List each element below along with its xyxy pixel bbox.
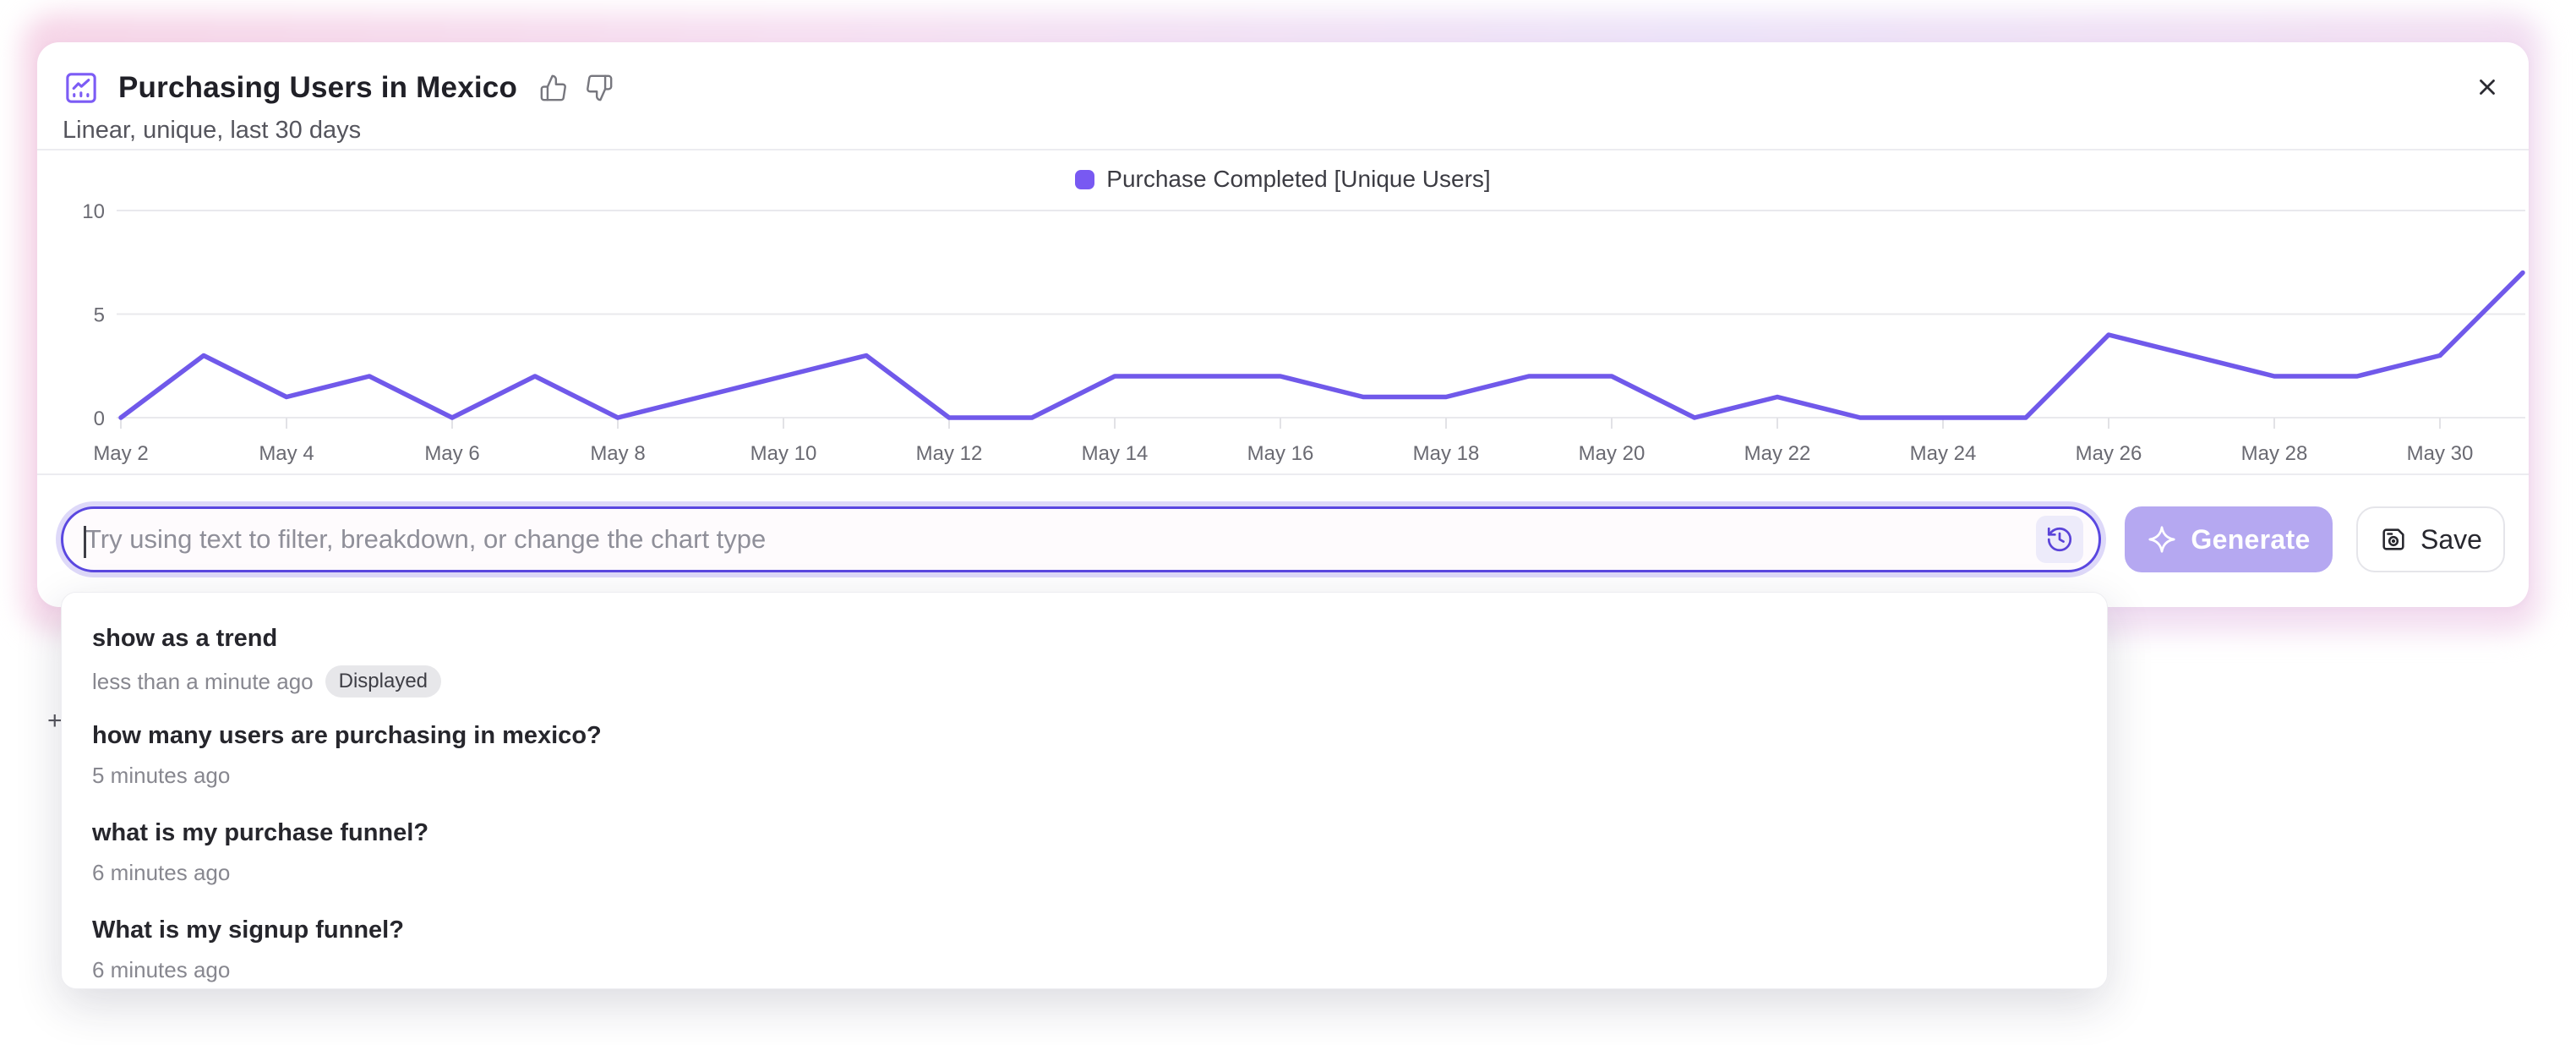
x-axis-label: May 10 — [750, 442, 817, 465]
save-icon — [2379, 525, 2408, 554]
history-item-meta: 5 minutes ago — [92, 763, 2077, 789]
generate-button[interactable]: Generate — [2125, 506, 2333, 572]
app-root: Purchasing Users in Mexico — [0, 0, 2576, 1045]
x-axis-label: May 18 — [1413, 442, 1480, 465]
y-axis-label: 0 — [94, 408, 105, 430]
thumbs-down-button[interactable] — [585, 74, 614, 102]
x-axis-label: May 26 — [2076, 442, 2142, 465]
x-axis-label: May 24 — [1910, 442, 1977, 465]
history-item-title: how many users are purchasing in mexico? — [92, 722, 2077, 750]
chart-legend[interactable]: Purchase Completed [Unique Users] — [37, 166, 2529, 193]
history-item-meta: 6 minutes ago — [92, 860, 2077, 886]
x-axis-label: May 12 — [916, 442, 983, 465]
thumbs-up-button[interactable] — [539, 74, 568, 102]
series-line — [121, 273, 2523, 419]
history-item-meta: 6 minutes ago — [92, 957, 2077, 983]
y-axis-label: 5 — [94, 304, 105, 327]
history-item-time: 6 minutes ago — [92, 957, 230, 983]
x-axis-label: May 4 — [259, 442, 314, 465]
card-subtitle: Linear, unique, last 30 days — [63, 117, 361, 145]
history-item-time: 6 minutes ago — [92, 860, 230, 886]
card-header: Purchasing Users in Mexico — [63, 66, 2503, 110]
displayed-badge: Displayed — [325, 665, 441, 698]
x-axis-label: May 8 — [590, 442, 645, 465]
save-label: Save — [2420, 524, 2482, 555]
history-icon — [2045, 525, 2074, 554]
thumbs-down-icon — [585, 74, 614, 102]
sparkle-icon — [2147, 524, 2177, 555]
x-axis-label: May 6 — [424, 442, 479, 465]
chart-divider — [37, 473, 2529, 475]
x-axis-label: May 14 — [1082, 442, 1149, 465]
card-title: Purchasing Users in Mexico — [118, 71, 517, 105]
x-axis-label: May 16 — [1247, 442, 1314, 465]
history-item[interactable]: what is my purchase funnel? 6 minutes ag… — [92, 812, 2077, 910]
line-chart-icon — [63, 69, 100, 107]
x-axis-label: May 20 — [1579, 442, 1645, 465]
x-axis-label: May 30 — [2407, 442, 2474, 465]
header-divider — [37, 149, 2529, 150]
history-item-title: what is my purchase funnel? — [92, 819, 2077, 847]
legend-swatch — [1075, 170, 1094, 189]
background-add-button[interactable]: + — [47, 707, 63, 736]
history-item-time: 5 minutes ago — [92, 763, 230, 789]
prompt-input-box[interactable] — [61, 506, 2101, 572]
save-button[interactable]: Save — [2356, 506, 2505, 572]
close-button[interactable] — [2471, 71, 2503, 106]
history-button[interactable] — [2036, 516, 2083, 563]
history-dropdown: show as a trend less than a minute ago D… — [61, 592, 2108, 989]
history-item-title: show as a trend — [92, 625, 2077, 653]
insights-card: Purchasing Users in Mexico — [37, 42, 2529, 607]
prompt-input[interactable] — [85, 524, 2036, 555]
feedback-buttons — [539, 74, 614, 102]
history-item-title: What is my signup funnel? — [92, 916, 2077, 944]
history-item[interactable]: how many users are purchasing in mexico?… — [92, 715, 2077, 812]
history-item[interactable]: show as a trend less than a minute ago D… — [92, 618, 2077, 715]
close-icon — [2475, 74, 2500, 100]
history-item-time: less than a minute ago — [92, 669, 314, 695]
x-axis-label: May 2 — [93, 442, 148, 465]
text-caret — [84, 526, 86, 558]
history-item-meta: less than a minute ago Displayed — [92, 665, 2077, 698]
x-axis-label: May 28 — [2241, 442, 2308, 465]
prompt-bar: Generate Save — [61, 506, 2505, 573]
line-chart: 0 5 10 May 2 May 4 May 6 May 8 May 10 May 12 May … — [68, 203, 2527, 482]
legend-label: Purchase Completed [Unique Users] — [1106, 166, 1490, 193]
y-axis-label: 10 — [82, 203, 105, 223]
line-chart-svg: 0 5 10 May 2 May 4 May 6 May 8 May 10 May 12 May … — [68, 203, 2527, 482]
x-axis-label: May 22 — [1744, 442, 1811, 465]
history-item[interactable]: What is my signup funnel? 6 minutes ago — [92, 910, 2077, 1007]
thumbs-up-icon — [539, 74, 568, 102]
generate-label: Generate — [2191, 524, 2310, 555]
